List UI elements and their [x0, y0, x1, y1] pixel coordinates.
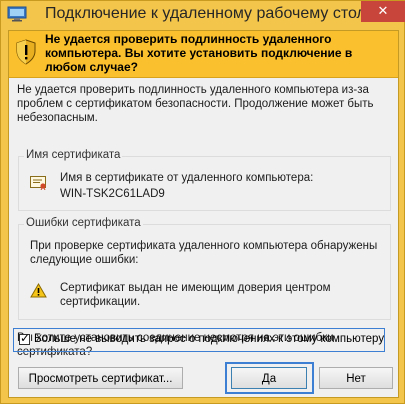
close-icon: ✕	[377, 3, 389, 18]
dont-ask-again-checkbox-row[interactable]: ✓ Больше не выводить запрос о подключени…	[13, 328, 385, 352]
dialog-body: Не удается проверить подлинность удаленн…	[8, 30, 399, 398]
rdp-certificate-dialog: Подключение к удаленному рабочему столу …	[0, 0, 405, 404]
group-title: Ошибки сертификата	[24, 217, 143, 229]
security-shield-icon	[16, 39, 36, 65]
certificate-errors-group: Ошибки сертификата При проверке сертифик…	[18, 217, 391, 320]
window-title: Подключение к удаленному рабочему столу	[45, 5, 374, 22]
checkmark-icon: ✓	[20, 331, 31, 345]
cert-name-value: WIN-TSK2C61LAD9	[60, 188, 165, 200]
checkbox-label[interactable]: Больше не выводить запрос о подключениях…	[34, 333, 384, 345]
cert-name-label: Имя в сертификате от удаленного компьюте…	[60, 172, 314, 184]
group-title: Имя сертификата	[24, 149, 123, 161]
yes-button[interactable]: Да	[231, 367, 307, 389]
remote-desktop-icon	[7, 6, 27, 22]
warning-banner: Не удается проверить подлинность удаленн…	[9, 31, 398, 78]
banner-text: Не удается проверить подлинность удаленн…	[45, 32, 353, 74]
warning-icon	[30, 283, 47, 298]
dont-ask-again-checkbox[interactable]: ✓	[19, 331, 31, 345]
certificate-icon	[30, 176, 46, 190]
errors-intro: При проверке сертификата удаленного комп…	[30, 240, 378, 266]
certificate-name-group: Имя сертификата Имя в сертификате от уда…	[18, 149, 391, 211]
error-item-text: Сертификат выдан не имеющим доверия цент…	[60, 282, 331, 308]
view-certificate-button[interactable]: Просмотреть сертификат...	[18, 367, 183, 389]
no-button[interactable]: Нет	[319, 367, 393, 389]
close-button[interactable]: ✕	[361, 1, 405, 22]
title-bar[interactable]: Подключение к удаленному рабочему столу …	[1, 1, 405, 31]
description-text: Не удается проверить подлинность удаленн…	[17, 84, 374, 124]
